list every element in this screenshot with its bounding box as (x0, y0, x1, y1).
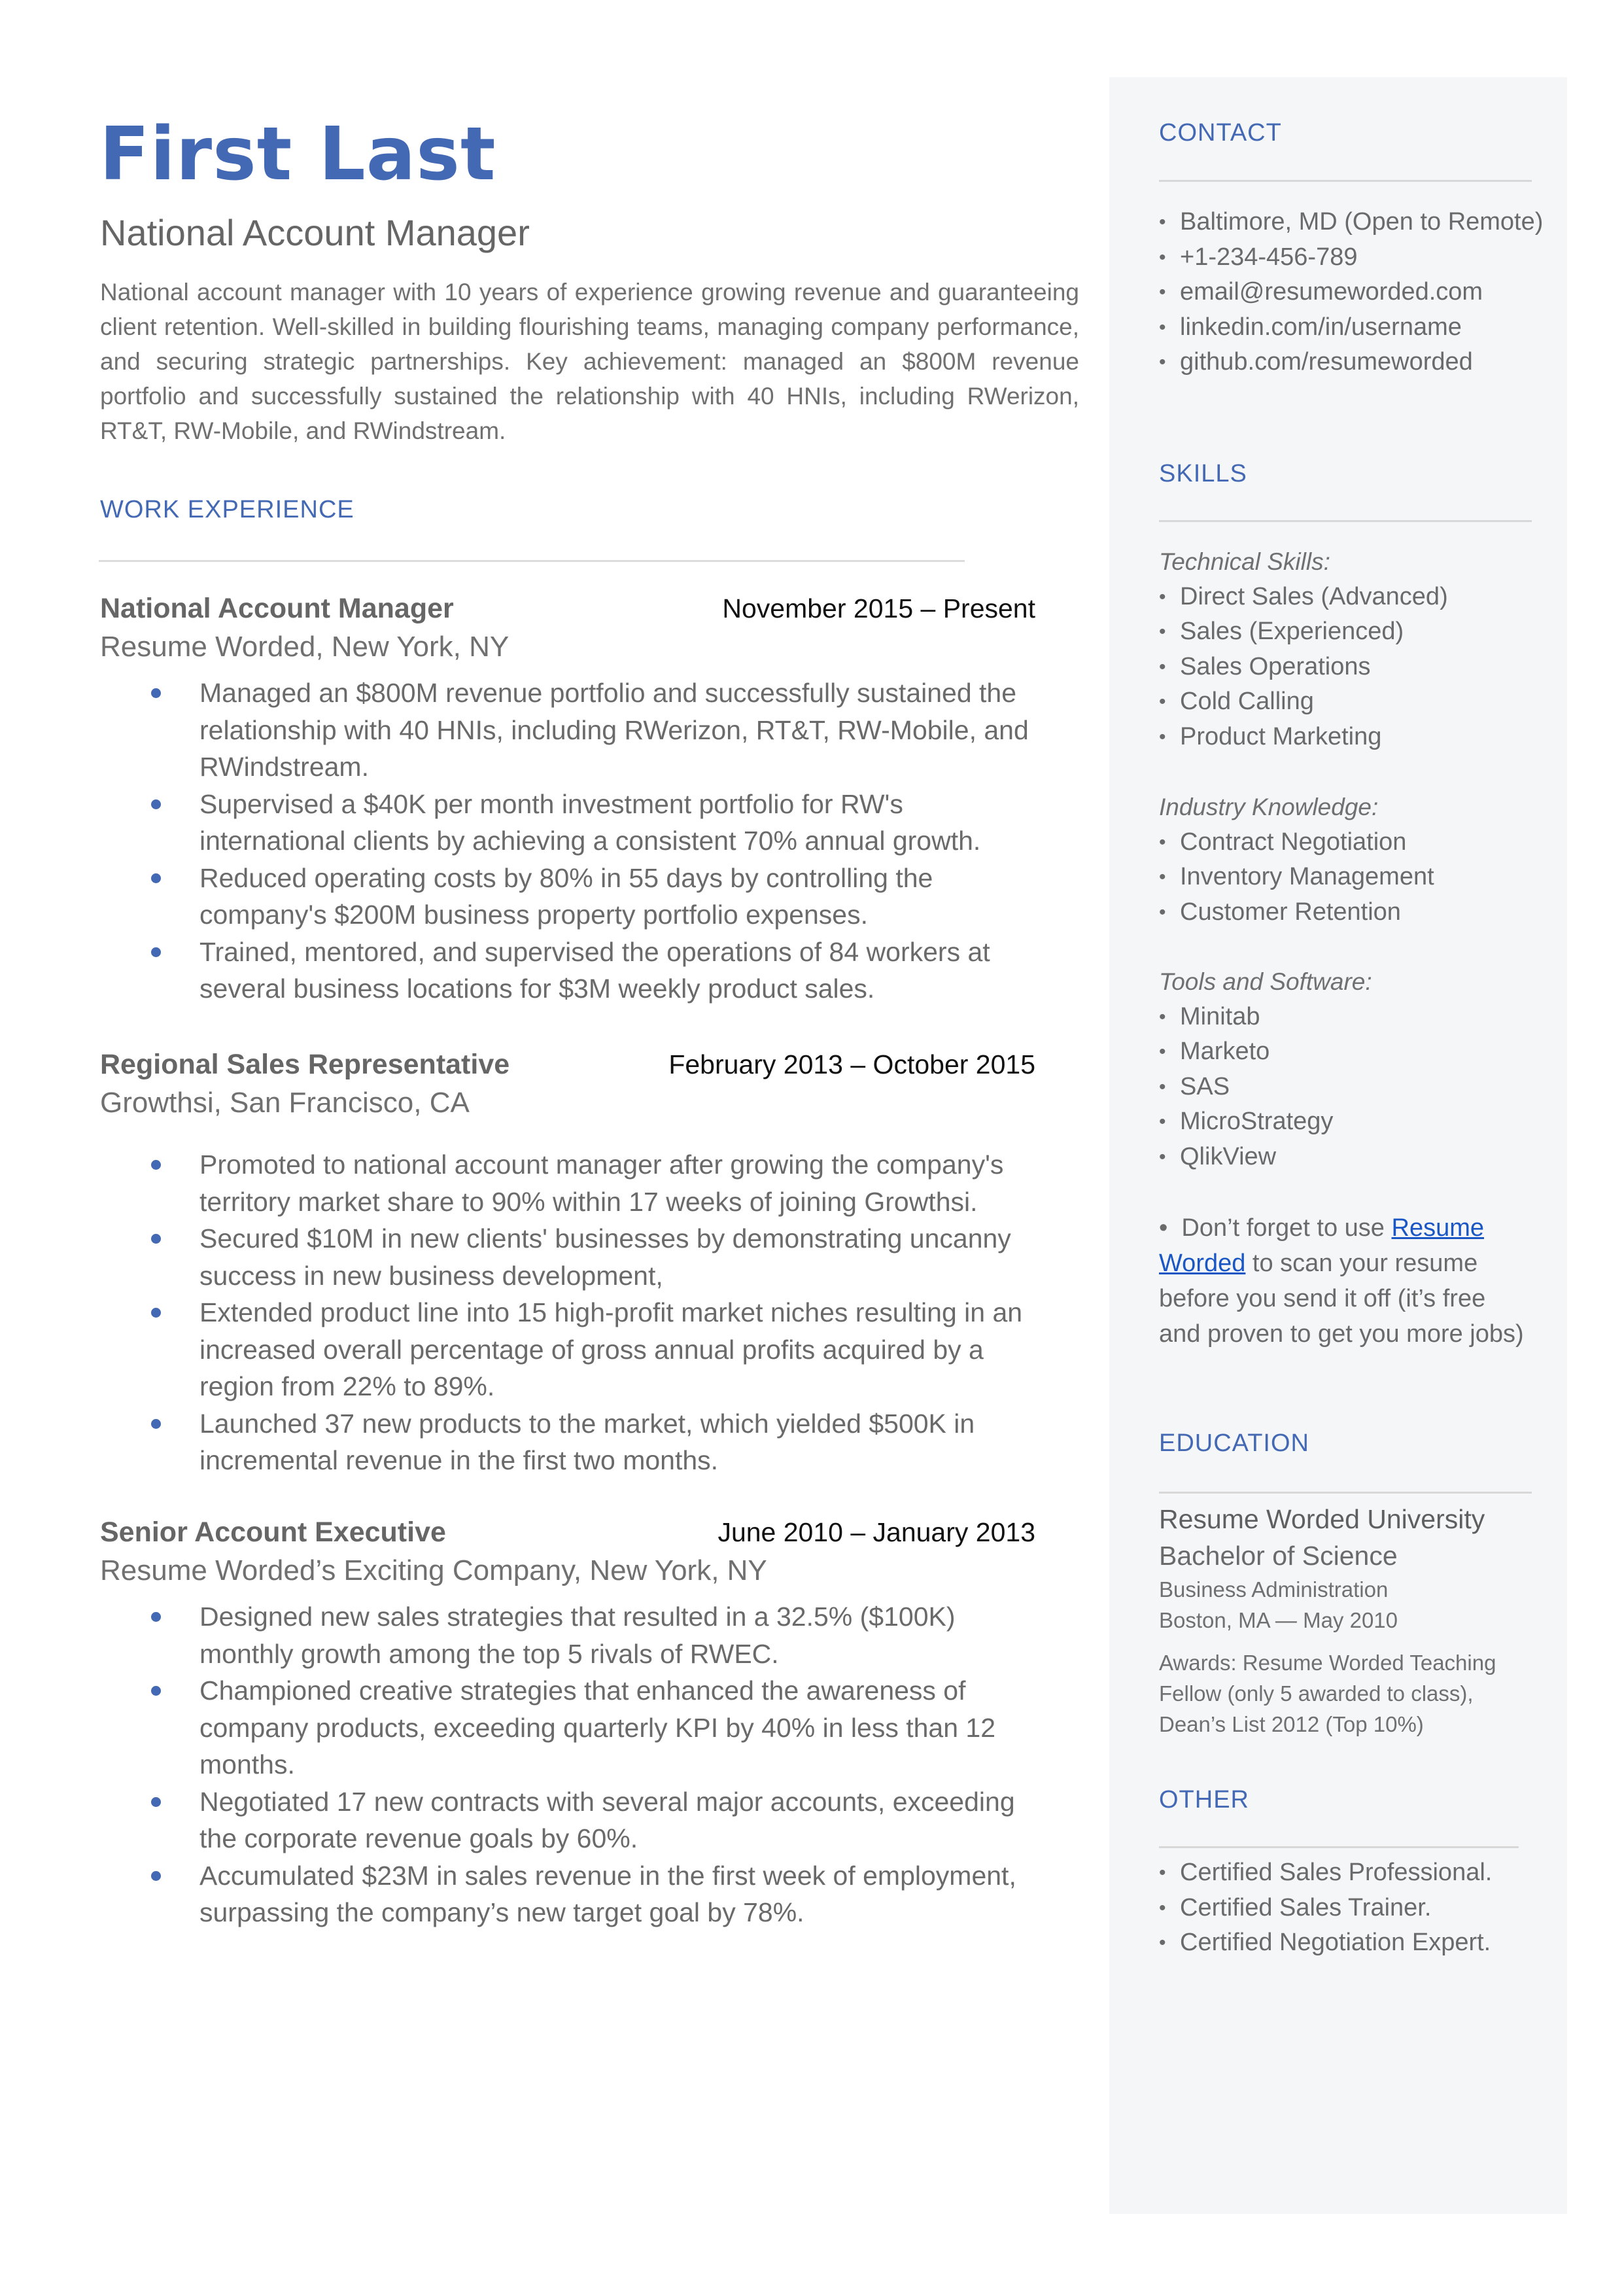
bullet-dot-icon (151, 1796, 161, 1807)
contact-heading: CONTACT (1159, 119, 1282, 147)
skill-item: Sales (Experienced) (1159, 614, 1551, 650)
education-divider (1159, 1492, 1532, 1494)
bullet-dot-icon (151, 1308, 161, 1318)
job-bullet: Designed new sales strategies that resul… (100, 1598, 1035, 1672)
job-dates: November 2015 – Present (722, 593, 1035, 623)
skills-list: Contract Negotiation Inventory Managemen… (1159, 825, 1551, 930)
bullet-dot-icon (151, 947, 161, 957)
job-bullet: Reduced operating costs by 80% in 55 day… (100, 860, 1035, 934)
candidate-headline: National Account Manager (100, 212, 530, 253)
contact-phone[interactable]: +1-234-456-789 (1159, 240, 1551, 275)
education-field: Business Administration (1159, 1577, 1389, 1602)
job-bullet: Supervised a $40K per month investment p… (100, 786, 1035, 860)
skills-category-label: Technical Skills: (1159, 548, 1330, 575)
bullet-dot-icon (151, 1418, 161, 1429)
certification-item: Certified Sales Trainer. (1159, 1891, 1551, 1926)
job-bullet: Trained, mentored, and supervised the op… (100, 934, 1035, 1007)
resume-worded-tip: • Don’t forget to use Resume Worded to s… (1159, 1210, 1525, 1352)
contact-divider (1159, 180, 1532, 182)
skill-item: Direct Sales (Advanced) (1159, 580, 1551, 615)
job-bullet: Promoted to national account manager aft… (100, 1146, 1035, 1220)
skill-item: SAS (1159, 1070, 1551, 1105)
skill-item: Minitab (1159, 1000, 1551, 1035)
skills-group-technical: Technical Skills: Direct Sales (Advanced… (1159, 544, 1551, 754)
skill-item: Customer Retention (1159, 895, 1551, 930)
job-dates: June 2010 – January 2013 (717, 1517, 1035, 1547)
work-experience-divider (99, 560, 965, 562)
skill-item: QlikView (1159, 1140, 1551, 1175)
bullet-dot-icon (151, 1612, 161, 1622)
skill-item: Contract Negotiation (1159, 825, 1551, 860)
job-company: Growthsi, San Francisco, CA (100, 1086, 470, 1119)
job-bullet: Secured $10M in new clients' businesses … (100, 1220, 1035, 1294)
education-location-date: Boston, MA — May 2010 (1159, 1608, 1398, 1632)
skill-item: Sales Operations (1159, 650, 1551, 685)
skills-category-label: Tools and Software: (1159, 968, 1372, 995)
skill-item: MicroStrategy (1159, 1104, 1551, 1140)
bullet-dot-icon (151, 1686, 161, 1696)
job-company: Resume Worded, New York, NY (100, 630, 510, 663)
job-company: Resume Worded’s Exciting Company, New Yo… (100, 1554, 767, 1586)
bullet-dot-icon (151, 799, 161, 809)
contact-list: Baltimore, MD (Open to Remote) +1-234-45… (1159, 205, 1551, 380)
candidate-name: First Last (99, 112, 496, 197)
summary-paragraph: National account manager with 10 years o… (100, 279, 1079, 444)
education-heading: EDUCATION (1159, 1429, 1309, 1457)
skills-heading: SKILLS (1159, 460, 1247, 487)
job-entry: Regional Sales Representative February 2… (100, 1048, 1035, 1479)
job-bullet-list: Promoted to national account manager aft… (100, 1146, 1035, 1479)
job-title: Regional Sales Representative (100, 1049, 510, 1080)
job-title: National Account Manager (100, 593, 454, 624)
job-bullet: Accumulated $23M in sales revenue in the… (100, 1857, 1035, 1931)
skill-item: Inventory Management (1159, 860, 1551, 895)
skills-list: Direct Sales (Advanced) Sales (Experienc… (1159, 580, 1551, 755)
job-bullet: Managed an $800M revenue portfolio and s… (100, 674, 1035, 786)
job-bullet: Negotiated 17 new contracts with several… (100, 1783, 1035, 1857)
education-school: Resume Worded University (1159, 1504, 1485, 1534)
skills-list: Minitab Marketo SAS MicroStrategy QlikVi… (1159, 1000, 1551, 1175)
contact-github[interactable]: github.com/resumeworded (1159, 345, 1551, 380)
tip-prefix: Don’t forget to use (1181, 1214, 1392, 1242)
job-bullet: Extended product line into 15 high-profi… (100, 1294, 1035, 1405)
contact-email[interactable]: email@resumeworded.com (1159, 275, 1551, 310)
skill-item: Marketo (1159, 1034, 1551, 1070)
certification-item: Certified Sales Professional. (1159, 1855, 1551, 1891)
bullet-dot-icon (151, 873, 161, 883)
skills-group-tools: Tools and Software: Minitab Marketo SAS … (1159, 964, 1551, 1174)
contact-linkedin[interactable]: linkedin.com/in/username (1159, 310, 1551, 345)
contact-location: Baltimore, MD (Open to Remote) (1159, 205, 1551, 240)
skills-group-industry: Industry Knowledge: Contract Negotiation… (1159, 790, 1551, 930)
education-entry: Resume Worded University Bachelor of Sci… (1159, 1501, 1551, 1740)
bullet-dot-icon (151, 688, 161, 699)
job-title: Senior Account Executive (100, 1516, 446, 1548)
job-entry: National Account Manager November 2015 –… (100, 592, 1035, 1007)
skills-category-label: Industry Knowledge: (1159, 794, 1379, 820)
job-bullet-list: Designed new sales strategies that resul… (100, 1598, 1035, 1931)
other-divider (1159, 1846, 1519, 1848)
job-bullet-list: Managed an $800M revenue portfolio and s… (100, 674, 1035, 1007)
bullet-dot-icon (151, 1870, 161, 1881)
tip-bullet-icon: • (1159, 1214, 1182, 1242)
education-awards: Awards: Resume Worded Teaching Fellow (o… (1159, 1651, 1496, 1736)
job-bullet: Launched 37 new products to the market, … (100, 1405, 1035, 1479)
skill-item: Cold Calling (1159, 684, 1551, 720)
other-list: Certified Sales Professional. Certified … (1159, 1855, 1551, 1961)
other-heading: OTHER (1159, 1786, 1249, 1813)
job-entry: Senior Account Executive June 2010 – Jan… (100, 1516, 1035, 1931)
skills-divider (1159, 520, 1532, 522)
work-experience-heading: WORK EXPERIENCE (100, 496, 354, 523)
skill-item: Product Marketing (1159, 720, 1551, 755)
certification-item: Certified Negotiation Expert. (1159, 1925, 1551, 1961)
job-dates: February 2013 – October 2015 (668, 1049, 1035, 1079)
bullet-dot-icon (151, 1160, 161, 1170)
education-degree: Bachelor of Science (1159, 1541, 1398, 1571)
job-bullet: Championed creative strategies that enha… (100, 1672, 1035, 1783)
bullet-dot-icon (151, 1234, 161, 1244)
